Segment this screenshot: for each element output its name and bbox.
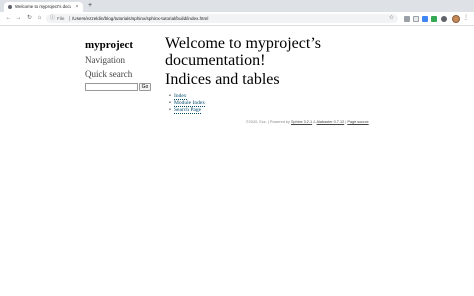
tab-strip: Welcome to myproject's docu × + xyxy=(0,0,474,12)
list-item: • Search Page xyxy=(169,107,395,114)
address-divider xyxy=(69,16,70,21)
bullet-icon: • xyxy=(169,100,171,106)
go-button[interactable]: Go xyxy=(139,83,151,91)
module-index-link[interactable]: Module Index xyxy=(174,100,206,107)
extension-icon[interactable] xyxy=(431,16,437,22)
index-link[interactable]: Index xyxy=(174,93,187,100)
alabaster-link[interactable]: Alabaster 0.7.12 xyxy=(317,120,345,124)
sidebar: myproject Navigation Quick search Go xyxy=(85,38,155,92)
page-title-line: documentation! xyxy=(165,52,266,69)
list-item: • Index xyxy=(169,93,395,100)
browser-tab[interactable]: Welcome to myproject's docu × xyxy=(4,2,83,12)
bullet-icon: • xyxy=(169,93,171,99)
forward-arrow-icon[interactable]: → xyxy=(14,14,23,23)
address-scheme-label: File xyxy=(57,16,65,21)
address-url[interactable]: /Users/ezzeldin/blog/tutorials/sphinx/sp… xyxy=(72,14,372,23)
copyright-text: ©2020, Ezz. xyxy=(246,120,267,124)
new-tab-button[interactable]: + xyxy=(86,2,94,10)
indices-heading: Indices and tables xyxy=(165,71,280,88)
search-page-link[interactable]: Search Page xyxy=(174,107,202,114)
page-title-line: Welcome to myproject’s xyxy=(165,35,321,52)
extension-icon[interactable] xyxy=(422,16,428,22)
indices-list: • Index • Module Index • Search Page xyxy=(169,93,395,114)
close-icon[interactable]: × xyxy=(74,3,80,11)
puzzle-extensions-icon[interactable] xyxy=(441,16,447,22)
extension-icon[interactable] xyxy=(404,16,410,22)
address-bar[interactable]: ⓘ File /Users/ezzeldin/blog/tutorials/sp… xyxy=(46,14,398,23)
profile-avatar[interactable] xyxy=(452,15,460,23)
footer: ©2020, Ezz. | Powered by Sphinx 3.2.1 & … xyxy=(246,120,396,125)
search-form: Go xyxy=(85,83,155,92)
page-title: Welcome to myproject’s documentation! xyxy=(165,35,395,69)
navigation-heading: Navigation xyxy=(85,55,125,65)
and-text: & xyxy=(313,120,316,124)
search-input[interactable] xyxy=(85,83,138,91)
browser-toolbar: ← → ↻ ⌂ ⓘ File /Users/ezzeldin/blog/tuto… xyxy=(0,12,474,26)
reload-icon[interactable]: ↻ xyxy=(25,14,34,23)
quick-search-heading: Quick search xyxy=(85,69,133,79)
sphinx-link[interactable]: Sphinx 3.2.1 xyxy=(291,120,312,124)
powered-by-text: | Powered by xyxy=(267,120,290,124)
globe-icon xyxy=(8,5,12,9)
document-body: Welcome to myproject’s documentation! In… xyxy=(165,35,395,114)
project-title-link[interactable]: myproject xyxy=(85,38,155,52)
menu-icon[interactable]: ⋮ xyxy=(463,14,469,23)
list-item: • Module Index xyxy=(169,100,395,107)
tab-title: Welcome to myproject's docu xyxy=(15,4,71,9)
back-arrow-icon[interactable]: ← xyxy=(4,14,13,23)
extension-icon[interactable] xyxy=(413,16,419,22)
bullet-icon: • xyxy=(169,107,171,113)
bookmark-star-icon[interactable]: ☆ xyxy=(389,14,394,23)
page-source-link[interactable]: Page source xyxy=(347,120,368,124)
home-icon[interactable]: ⌂ xyxy=(35,14,44,23)
info-icon[interactable]: ⓘ xyxy=(50,14,55,23)
